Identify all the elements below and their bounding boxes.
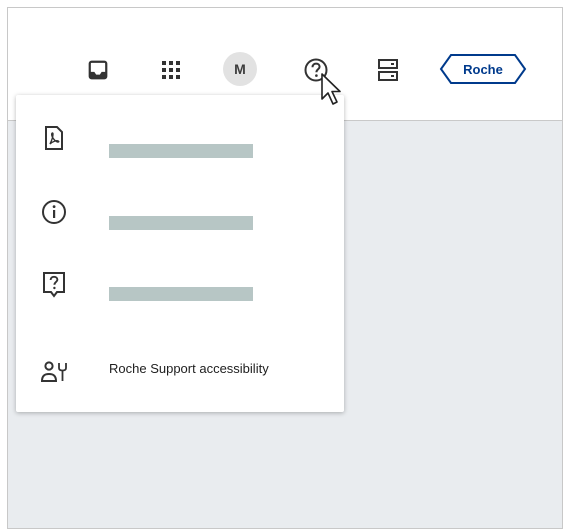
menu-item-pdf[interactable] (16, 106, 344, 172)
server-icon[interactable] (370, 52, 406, 88)
info-icon (38, 196, 70, 228)
apps-grid-icon[interactable] (153, 52, 189, 88)
menu-item-help-chat[interactable] (16, 253, 344, 319)
help-icon[interactable] (298, 52, 334, 88)
avatar[interactable]: M (223, 52, 257, 86)
menu-item-label: Roche Support accessibility (109, 361, 269, 376)
roche-logo-text: Roche (463, 62, 503, 77)
support-accessibility-icon (38, 356, 70, 388)
pdf-document-icon (38, 122, 70, 154)
app-window: M Roche Roche Support accessibility (7, 7, 563, 529)
menu-item-label-redacted (109, 144, 253, 158)
help-chat-icon (38, 269, 70, 301)
help-menu: Roche Support accessibility (16, 95, 344, 412)
menu-item-label-redacted (109, 287, 253, 301)
menu-item-support-accessibility[interactable]: Roche Support accessibility (16, 337, 344, 403)
menu-item-label-redacted (109, 216, 253, 230)
menu-item-info[interactable] (16, 180, 344, 246)
inbox-icon[interactable] (80, 52, 116, 88)
roche-logo[interactable]: Roche (439, 53, 527, 85)
